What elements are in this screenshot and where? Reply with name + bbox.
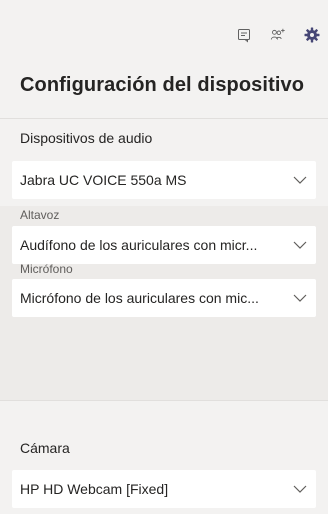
gear-icon[interactable] <box>304 27 320 43</box>
audio-section-label: Dispositivos de audio <box>20 130 153 146</box>
audio-device-dropdown[interactable]: Jabra UC VOICE 550a MS <box>12 161 316 199</box>
speaker-value: Audífono de los auriculares con micr... <box>20 237 258 253</box>
chevron-down-icon <box>293 176 307 184</box>
chat-icon[interactable] <box>236 27 252 43</box>
top-bar <box>0 0 328 68</box>
chevron-down-icon <box>293 485 307 493</box>
page-title: Configuración del dispositivo <box>20 74 305 96</box>
speaker-dropdown[interactable]: Audífono de los auriculares con micr... <box>12 226 316 264</box>
divider <box>0 400 328 401</box>
microphone-label: Micrófono <box>20 262 73 276</box>
audio-device-value: Jabra UC VOICE 550a MS <box>20 172 187 188</box>
people-add-icon[interactable] <box>270 27 286 43</box>
camera-dropdown[interactable]: HP HD Webcam [Fixed] <box>12 470 316 508</box>
camera-section-label: Cámara <box>20 440 70 456</box>
speaker-label: Altavoz <box>20 208 60 222</box>
microphone-dropdown[interactable]: Micrófono de los auriculares con mic... <box>12 279 316 317</box>
microphone-value: Micrófono de los auriculares con mic... <box>20 290 259 306</box>
chevron-down-icon <box>293 241 307 249</box>
camera-value: HP HD Webcam [Fixed] <box>20 481 169 497</box>
header-actions <box>236 27 320 43</box>
chevron-down-icon <box>293 294 307 302</box>
divider <box>0 118 328 119</box>
